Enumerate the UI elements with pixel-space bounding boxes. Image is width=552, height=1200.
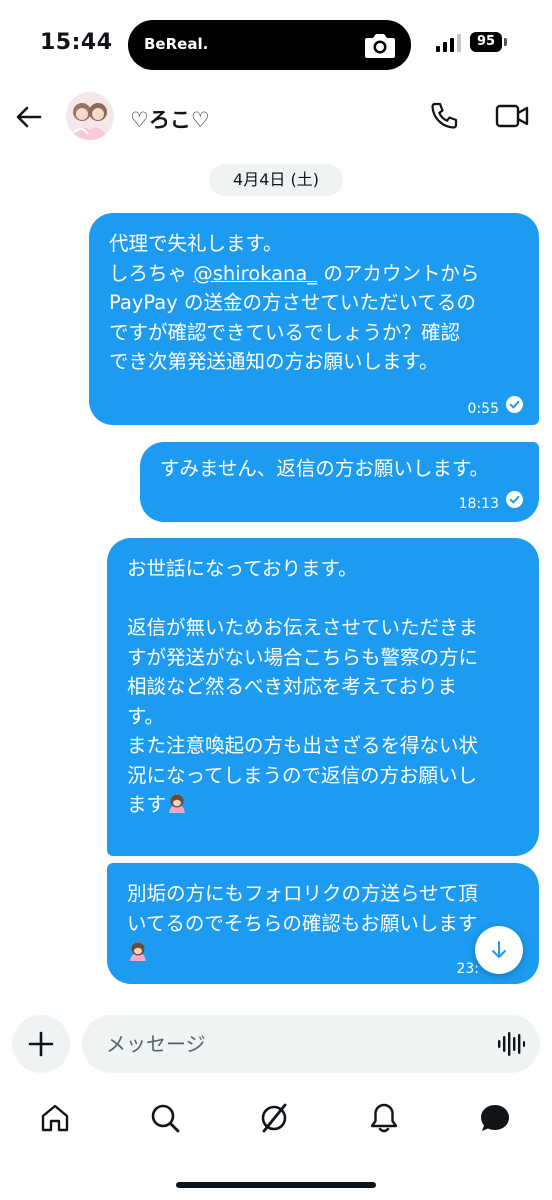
message-line: 別垢の方にもフォロリクの方送らせて頂 いてるのでそちらの確認もお願いします xyxy=(127,882,478,935)
plus-icon xyxy=(28,1031,54,1057)
message-bubble[interactable]: すみません、返信の方お願いします。 18:13 xyxy=(140,442,539,522)
message-bubble[interactable]: 代理で失礼します。 しろちゃ @shirokana_ のアカウントから PayP… xyxy=(89,213,539,425)
signal-icon xyxy=(436,34,461,52)
message-line: のアカウントから xyxy=(317,261,480,285)
island-app-label: BeReal. xyxy=(144,35,209,53)
message-text: お世話になっております。 返信が無いためお伝えさせていただきま すが発送がない場… xyxy=(127,554,478,820)
phone-icon[interactable] xyxy=(428,100,460,132)
chat-header: ♡ろこ♡ xyxy=(0,90,552,146)
scroll-to-bottom-button[interactable] xyxy=(475,926,523,974)
message-line: しろちゃ xyxy=(109,261,194,285)
message-text: 代理で失礼します。 しろちゃ @shirokana_ のアカウントから PayP… xyxy=(109,229,479,377)
date-divider: 4月4日 (土) xyxy=(209,164,343,196)
message-time: 0:55 xyxy=(467,401,499,417)
bowing-woman-emoji-icon xyxy=(169,793,186,813)
back-arrow-icon[interactable] xyxy=(14,102,44,132)
message-line: お世話になっております。 返信が無いためお伝えさせていただきま すが発送がない場… xyxy=(127,557,479,816)
message-bubble[interactable]: 別垢の方にもフォロリクの方送らせて頂 いてるのでそちらの確認もお願いします 23… xyxy=(107,863,539,984)
grok-icon[interactable] xyxy=(258,1102,290,1134)
status-bar: 15:44 BeReal. 95 xyxy=(0,0,552,90)
message-time: 23: xyxy=(456,961,479,977)
message-time: 18:13 xyxy=(458,496,499,512)
contact-name[interactable]: ♡ろこ♡ xyxy=(130,104,210,134)
battery-level: 95 xyxy=(470,32,502,52)
home-icon[interactable] xyxy=(39,1102,71,1134)
add-attachment-button[interactable] xyxy=(12,1015,70,1073)
read-check-icon xyxy=(506,491,523,508)
messages-icon[interactable] xyxy=(479,1102,511,1134)
message-bubble[interactable]: お世話になっております。 返信が無いためお伝えさせていただきま すが発送がない場… xyxy=(107,538,539,856)
status-time: 15:44 xyxy=(40,30,113,55)
video-call-icon[interactable] xyxy=(494,100,530,132)
avatar[interactable] xyxy=(66,92,114,140)
notifications-icon[interactable] xyxy=(368,1102,400,1134)
message-text: すみません、返信の方お願いします。 xyxy=(160,457,489,480)
dynamic-island: BeReal. xyxy=(128,20,411,70)
home-indicator xyxy=(176,1182,376,1188)
message-input[interactable] xyxy=(82,1015,540,1073)
bowing-woman-emoji-icon xyxy=(130,941,146,961)
message-text: 別垢の方にもフォロリクの方送らせて頂 いてるのでそちらの確認もお願いします xyxy=(127,879,478,968)
arrow-down-icon xyxy=(492,941,506,958)
battery-tip xyxy=(504,38,507,46)
voice-message-icon[interactable] xyxy=(497,1031,525,1057)
bottom-navigation xyxy=(0,1095,552,1145)
message-line: 代理で失礼します。 xyxy=(109,232,283,255)
message-line: PayPay の送金の方させていただいてるの ですが確認できているでしょうか？確… xyxy=(109,291,476,373)
search-icon[interactable] xyxy=(149,1102,181,1134)
mention-link[interactable]: @shirokana_ xyxy=(193,262,317,285)
camera-icon xyxy=(365,34,395,58)
read-check-icon xyxy=(506,396,523,413)
